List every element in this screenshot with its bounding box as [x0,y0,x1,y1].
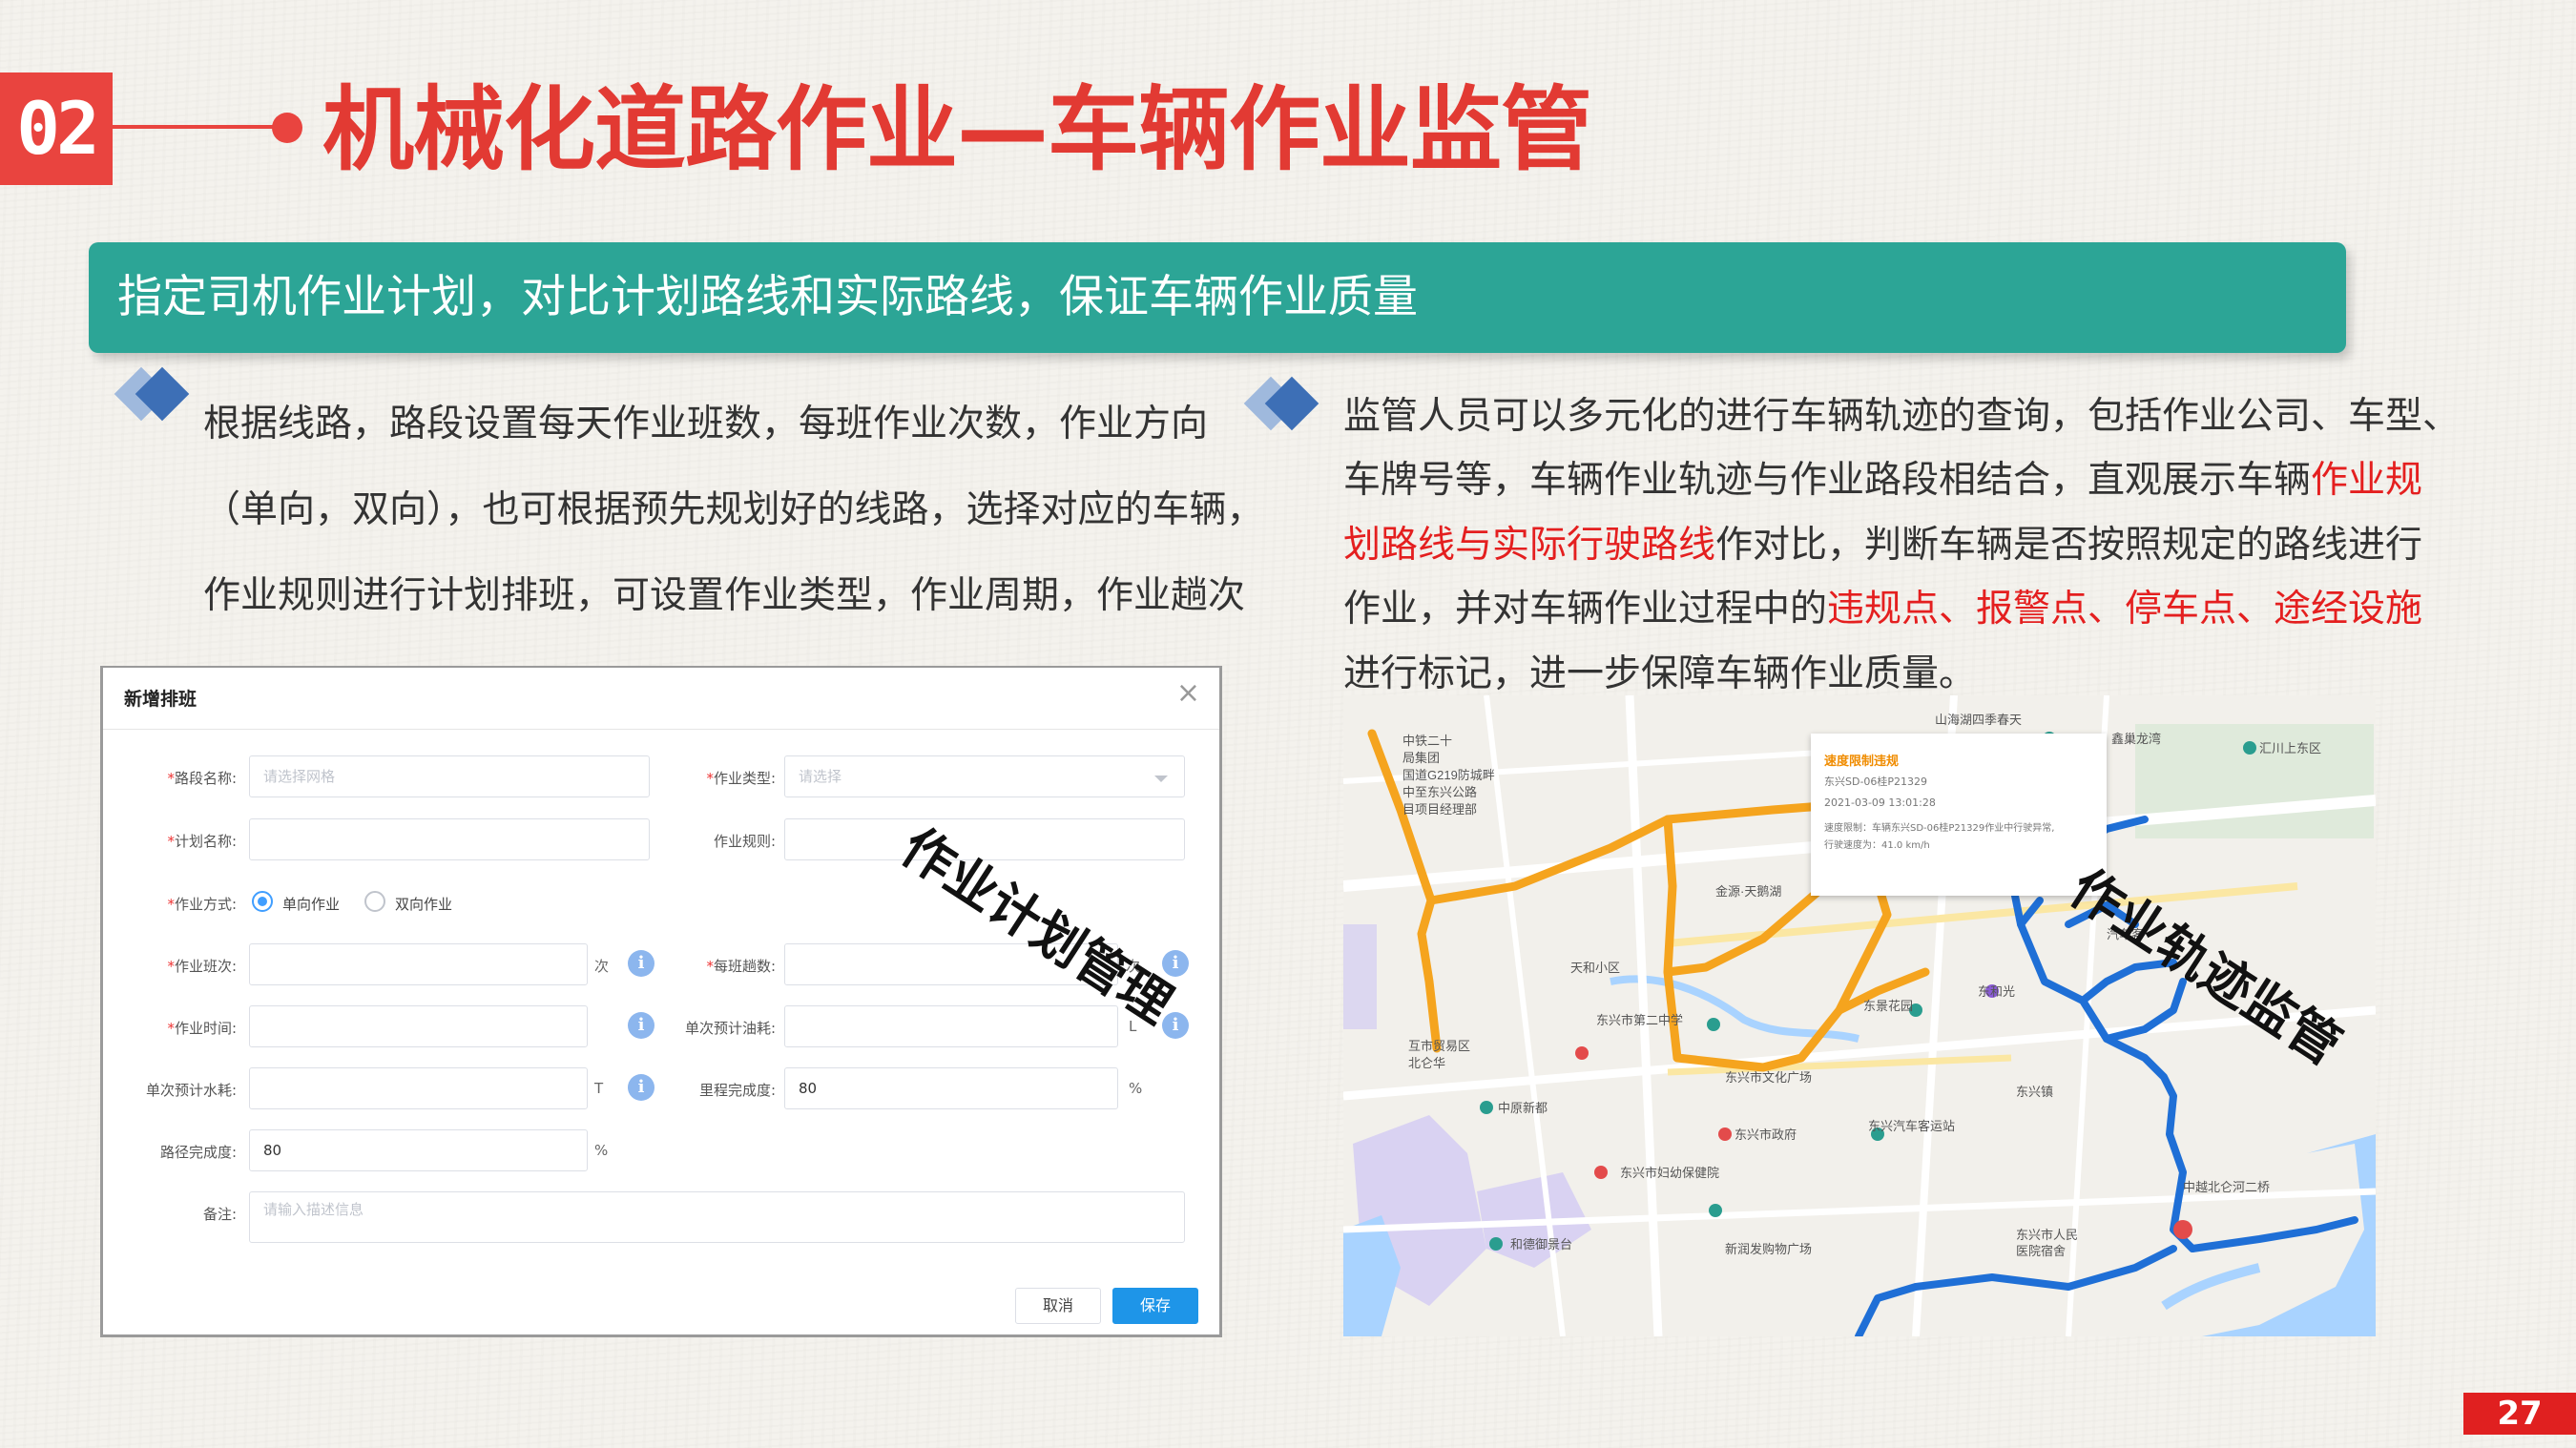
popup-desc-2: 行驶速度为：41.0 km/h [1824,840,1930,851]
map-label: 天和小区 [1570,961,1620,975]
section-dot [272,113,302,143]
double-direction-label: 双向作业 [395,896,453,913]
note-textarea[interactable]: 请输入描述信息 [249,1191,1185,1243]
highlight-marker-types: 违规点、报警点、停车点、途经设施 [1827,588,2423,631]
highlight-route-compare-cont: 划路线与实际行驶路线 [1343,524,1716,567]
cancel-button[interactable]: 取消 [1015,1288,1101,1324]
road-name-select[interactable]: 请选择网格 [249,755,650,797]
info-icon[interactable]: i [628,1012,654,1039]
map-label: 东兴市文化广场 [1725,1070,1812,1085]
close-icon[interactable]: × [1176,677,1200,710]
map-label: 局集团 [1402,751,1440,765]
popup-title: 速度限制违规 [1824,755,1900,769]
right-paragraph-line-5: 进行标记，进一步保障车辆作业质量。 [1343,652,1977,695]
map-label: 和德御景台 [1510,1237,1572,1251]
slide-title: 机械化道路作业—车辆作业监管 [322,76,1592,183]
right-paragraph-line-3: 划路线与实际行驶路线作对比，判断车辆是否按照规定的路线进行 [1343,515,2422,569]
right-line-3-text: 作对比，判断车辆是否按照规定的路线进行 [1715,524,2423,567]
double-direction-radio[interactable] [364,891,385,912]
shift-count-label: *作业班次: [167,958,237,975]
work-time-input[interactable] [249,1005,588,1047]
mileage-label: 里程完成度: [698,1082,776,1099]
right-line-2-text: 车牌号等，车辆作业轨迹与作业路段相结合，直观展示车辆 [1343,459,2312,502]
map-label: 东景花园 [1863,999,1913,1013]
map-label: 东兴汽车客运站 [1868,1119,1955,1133]
map-label: 目项目经理部 [1402,802,1477,817]
add-schedule-dialog: 新增排班 × *路段名称: 请选择网格 *作业类型: 请选择 *计划名称: 作业… [100,666,1222,1337]
path-completion-input[interactable]: 80 [249,1129,588,1171]
section-number: 02 [0,72,113,185]
water-unit: T [594,1080,604,1097]
map-label: 东和光 [1978,984,2015,999]
right-paragraph-line-4: 作业，并对车辆作业过程中的违规点、报警点、停车点、途经设施 [1343,579,2422,632]
mileage-unit: % [1129,1080,1143,1097]
map-label: 东兴市人民 [2016,1228,2078,1242]
right-paragraph-line-1: 监管人员可以多元化的进行车辆轨迹的查询，包括作业公司、车型、 [1343,395,2461,438]
plan-name-label: *计划名称: [167,833,237,850]
map-label: 国道G219防城畔 [1402,768,1495,782]
chevron-down-icon [1154,776,1168,782]
left-paragraph-line-3: 作业规则进行计划排班，可设置作业类型，作业周期，作业趟次 [203,574,1246,617]
path-unit: % [594,1142,609,1159]
single-direction-radio[interactable] [252,891,273,912]
dialog-divider [103,729,1219,730]
work-rule-label: 作业规则: [713,833,776,850]
bullet-diamond-icon [1243,376,1319,431]
left-paragraph-line-2: （单向，双向），也可根据预先规划好的线路，选择对应的车辆， [203,488,1264,531]
map-label: 东兴市第二中学 [1596,1013,1683,1027]
violation-popup[interactable]: 速度限制违规 东兴SD-06桂P21329 2021-03-09 13:01:2… [1811,734,2107,896]
work-mode-label: *作业方式: [167,896,237,913]
map-label: 中越北仑河二桥 [2183,1180,2270,1194]
water-input[interactable] [249,1067,588,1109]
popup-plate: 东兴SD-06桂P21329 [1824,776,1928,788]
shift-unit: 次 [594,958,610,975]
map-label: 北仑华 [1408,1056,1445,1070]
plan-name-input[interactable] [249,818,650,860]
right-line-4-text: 作业，并对车辆作业过程中的 [1343,588,1828,631]
map-label: 东兴市妇幼保健院 [1620,1166,1719,1180]
popup-desc-1: 速度限制：车辆东兴SD-06桂P21329作业中行驶异常, [1824,823,2055,834]
popup-time: 2021-03-09 13:01:28 [1824,796,1936,809]
info-icon[interactable]: i [1162,1012,1189,1039]
map-label: 中至东兴公路 [1402,785,1477,799]
map-label: 医院宿舍 [2016,1244,2066,1258]
fuel-label: 单次预计油耗: [684,1020,776,1037]
map-label: 东兴市政府 [1735,1127,1797,1142]
work-type-select[interactable]: 请选择 [784,755,1185,797]
work-type-label: *作业类型: [706,770,776,787]
map-label: 金源·天鹅湖 [1715,884,1781,899]
water-label: 单次预计水耗: [145,1082,237,1099]
summary-banner: 指定司机作业计划，对比计划路线和实际路线，保证车辆作业质量 [89,242,2346,353]
left-paragraph-line-1: 根据线路，路段设置每天作业班数，每班作业次数，作业方向 [203,403,1209,445]
map-label: 东兴镇 [2016,1085,2053,1099]
page-number: 27 [2463,1393,2576,1435]
dialog-title: 新增排班 [124,689,197,710]
trips-per-shift-label: *每班趟数: [706,958,776,975]
info-icon[interactable]: i [628,950,654,977]
save-button[interactable]: 保存 [1112,1288,1198,1324]
map-label: 中原新都 [1498,1101,1548,1115]
road-name-label: *路段名称: [167,770,237,787]
shift-count-input[interactable] [249,943,588,985]
highlight-route-compare: 作业规 [2311,459,2423,502]
single-direction-label: 单向作业 [282,896,341,913]
map-label: 鑫巢龙湾 [2111,732,2161,746]
mileage-input[interactable]: 80 [784,1067,1118,1109]
bullet-diamond-icon [114,366,190,422]
work-time-label: *作业时间: [167,1020,237,1037]
right-paragraph-line-2: 车牌号等，车辆作业轨迹与作业路段相结合，直观展示车辆作业规 [1343,450,2422,504]
banner-text: 指定司机作业计划，对比计划路线和实际路线，保证车辆作业质量 [117,271,1418,323]
note-label: 备注: [202,1206,237,1223]
fuel-input[interactable] [784,1005,1118,1047]
map-label: 汇川上东区 [2259,741,2321,755]
map-label: 山海湖四季春天 [1935,713,2022,727]
map-label: 中铁二十 [1402,734,1452,748]
section-connector-line [113,125,280,129]
map-label: 互市贸易区 [1408,1039,1470,1053]
map-label: 新润发购物广场 [1725,1242,1812,1256]
path-completion-label: 路径完成度: [159,1144,237,1161]
info-icon[interactable]: i [628,1074,654,1101]
